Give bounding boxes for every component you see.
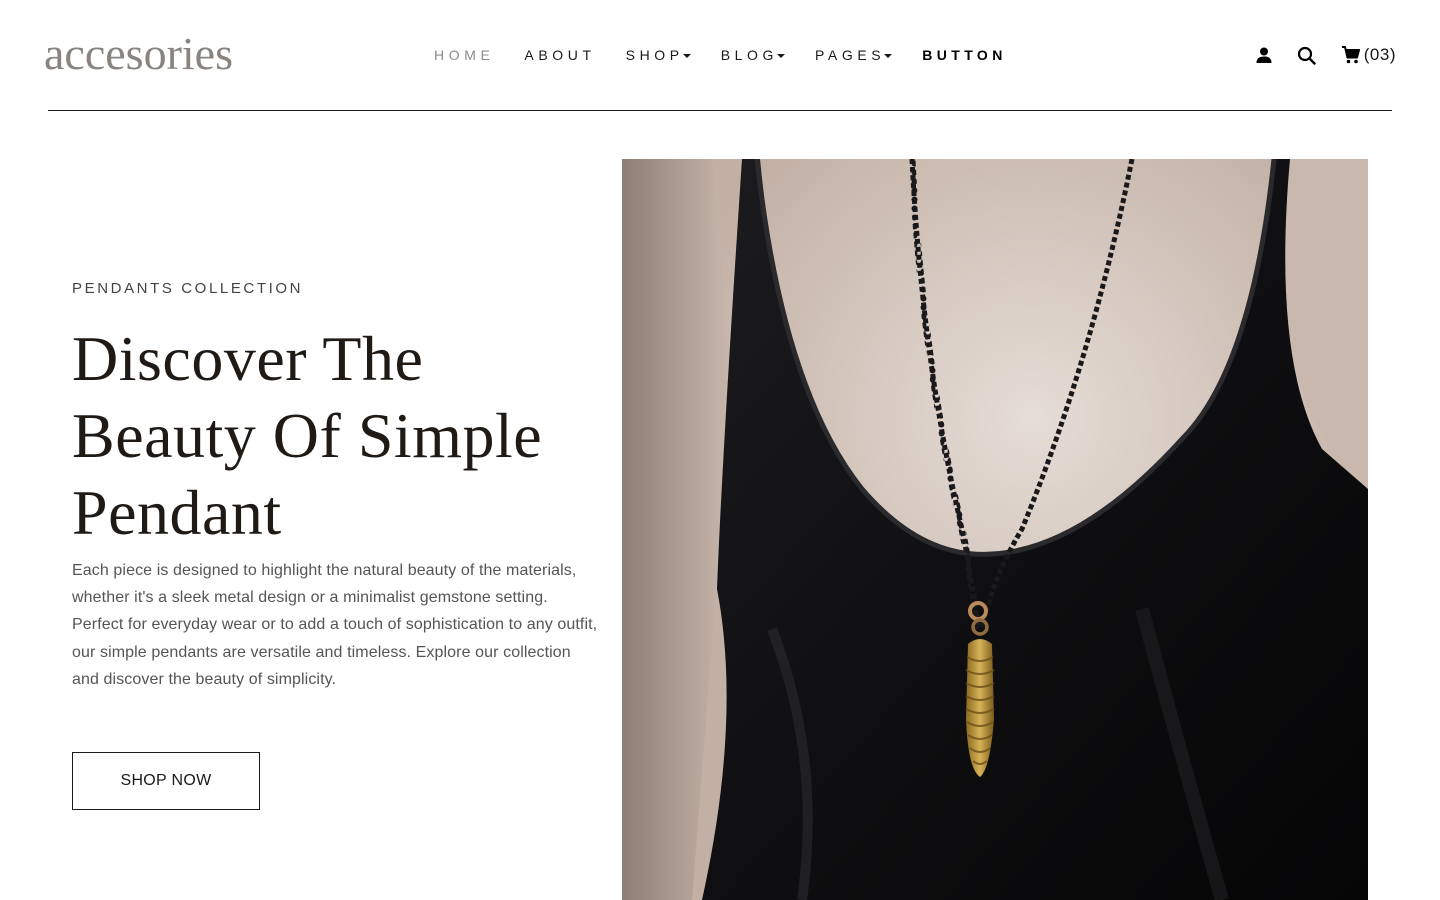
nav-item-button[interactable]: BUTTON bbox=[922, 44, 1006, 66]
headline-line: Beauty Of Simple bbox=[72, 400, 543, 471]
chevron-down-icon bbox=[777, 53, 786, 58]
shop-now-button[interactable]: SHOP NOW bbox=[72, 752, 260, 810]
site-header: accesories HOME ABOUT SHOP BLOG PAGES BU… bbox=[0, 0, 1440, 111]
hero-headline: Discover The Beauty Of Simple Pendant bbox=[72, 320, 592, 551]
nav-item-label: BLOG bbox=[720, 47, 779, 63]
nav-item-label: BUTTON bbox=[922, 47, 1007, 63]
cart-button[interactable]: (03) bbox=[1340, 44, 1396, 66]
brand-logo[interactable]: accesories bbox=[44, 24, 233, 84]
nav-item-label: PAGES bbox=[815, 47, 886, 63]
headline-line: Pendant bbox=[72, 477, 282, 548]
chevron-down-icon bbox=[884, 53, 893, 58]
search-icon[interactable] bbox=[1296, 44, 1318, 66]
hero-pendant-image bbox=[622, 159, 1368, 900]
cart-count-badge: (03) bbox=[1363, 45, 1396, 64]
nav-item-shop[interactable]: SHOP bbox=[626, 44, 691, 66]
nav-item-home[interactable]: HOME bbox=[434, 44, 494, 66]
user-icon[interactable] bbox=[1253, 44, 1275, 66]
nav-item-blog[interactable]: BLOG bbox=[720, 44, 786, 66]
hero-eyebrow: PENDANTS COLLECTION bbox=[72, 280, 304, 297]
nav-item-label: ABOUT bbox=[524, 47, 596, 63]
chevron-down-icon bbox=[682, 53, 691, 58]
nav-item-label: HOME bbox=[434, 47, 495, 63]
header-divider bbox=[48, 110, 1392, 111]
nav-item-label: SHOP bbox=[625, 47, 684, 63]
header-actions: (03) bbox=[1253, 40, 1396, 70]
nav-item-pages[interactable]: PAGES bbox=[815, 44, 893, 66]
cart-icon bbox=[1340, 44, 1362, 66]
main-nav: HOME ABOUT SHOP BLOG PAGES BUTTON bbox=[434, 44, 1037, 66]
nav-item-about[interactable]: ABOUT bbox=[524, 44, 595, 66]
headline-line: Discover The bbox=[72, 323, 424, 394]
hero-description: Each piece is designed to highlight the … bbox=[72, 562, 598, 688]
